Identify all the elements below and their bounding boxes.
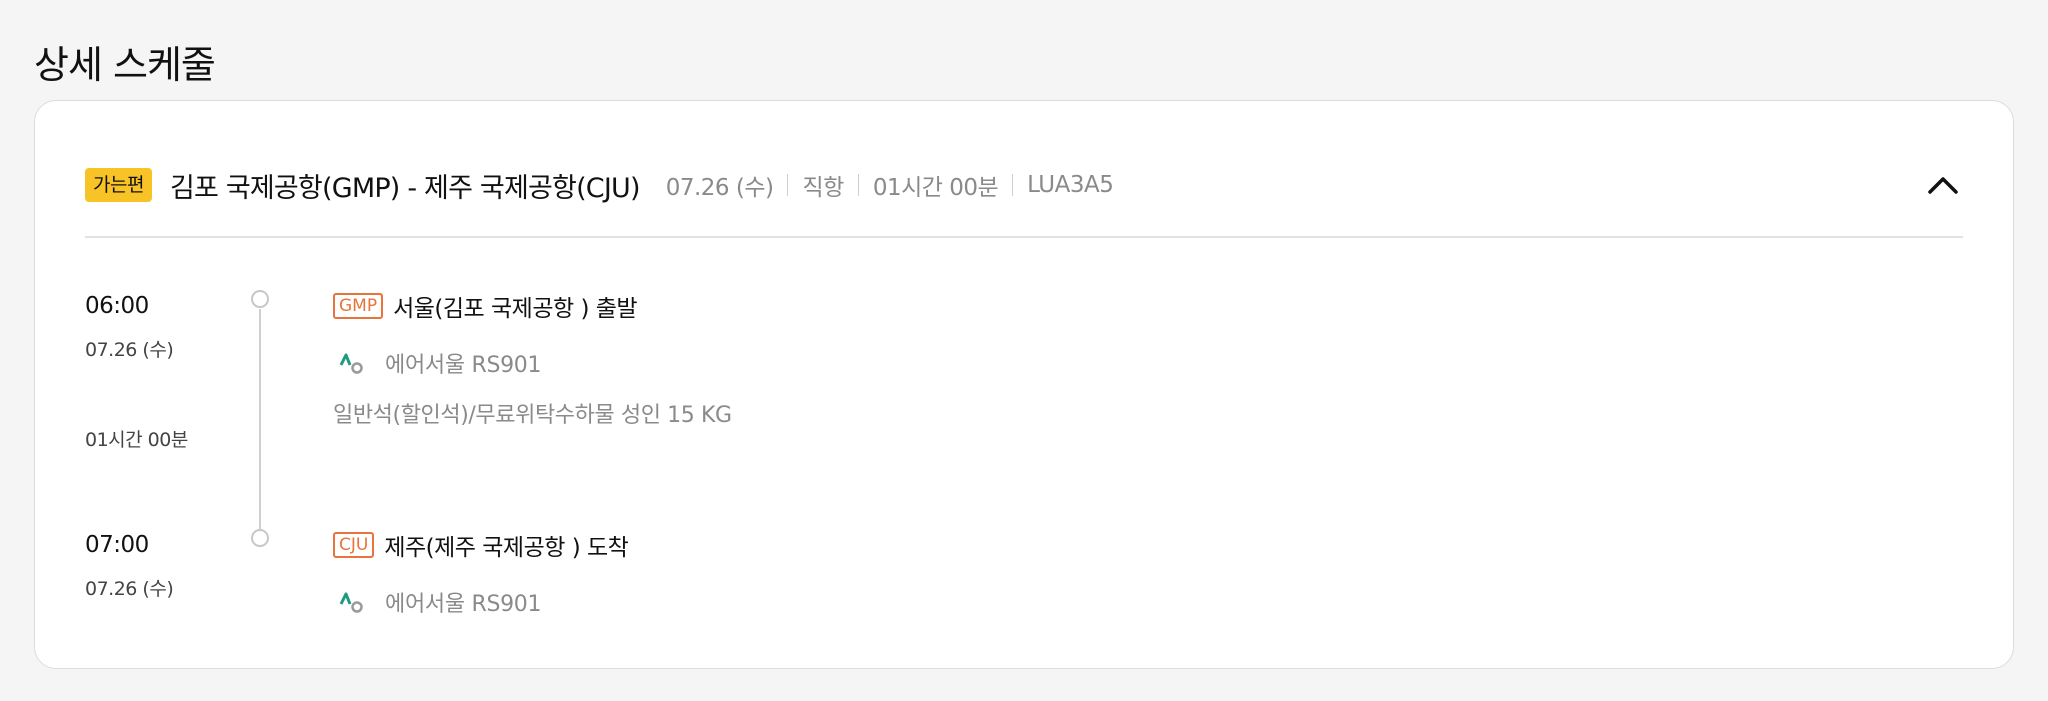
arrival-airline: 에어서울 RS901 [339,586,542,618]
arrival-stop: CJU 제주(제주 국제공항 ) 도착 [333,528,629,562]
meta-booking-code: LUA3A5 [1027,172,1114,198]
airline-logo-icon [339,592,363,613]
departure-flight-number: 에어서울 RS901 [385,353,542,378]
arrival-time: 07:00 [85,532,149,558]
arrival-timeline-dot [251,529,269,547]
meta-date: 07.26 (수) [665,175,774,201]
arrival-label: 제주(제주 국제공항 ) 도착 [384,535,629,561]
timeline-line [259,309,261,541]
chevron-up-icon [1928,177,1958,194]
meta-divider [787,174,789,196]
route-title: 김포 국제공항(GMP) - 제주 국제공항(CJU) [169,172,641,204]
arrival-flight-number: 에어서울 RS901 [385,592,542,617]
flight-detail-card: 가는편 김포 국제공항(GMP) - 제주 국제공항(CJU) 07.26 (수… [34,100,2014,669]
airline-logo-icon [339,353,363,374]
meta-divider [1012,174,1014,196]
departure-date: 07.26 (수) [85,339,174,361]
meta-duration: 01시간 00분 [872,175,999,201]
collapse-toggle-button[interactable] [1923,165,1963,205]
header-divider [85,236,1963,238]
page-title: 상세 스케줄 [34,43,216,87]
departure-time: 06:00 [85,293,149,319]
departure-timeline-dot [251,290,269,308]
departure-airport-code: GMP [333,293,384,319]
flight-duration: 01시간 00분 [85,429,188,451]
departure-stop: GMP 서울(김포 국제공항 ) 출발 [333,289,638,323]
fare-baggage-info: 일반석(할인석)/무료위탁수하물 성인 15 KG [333,403,732,428]
card-header[interactable]: 가는편 김포 국제공항(GMP) - 제주 국제공항(CJU) 07.26 (수… [85,151,1963,219]
meta-divider [857,174,859,196]
flight-meta: 07.26 (수) 직항 01시간 00분 LUA3A5 [666,168,1114,202]
trip-direction-badge: 가는편 [85,168,152,202]
arrival-date: 07.26 (수) [85,578,174,600]
meta-route-type: 직항 [802,175,844,201]
departure-airline: 에어서울 RS901 [339,347,542,379]
departure-label: 서울(김포 국제공항 ) 출발 [393,296,638,322]
arrival-airport-code: CJU [333,532,375,558]
